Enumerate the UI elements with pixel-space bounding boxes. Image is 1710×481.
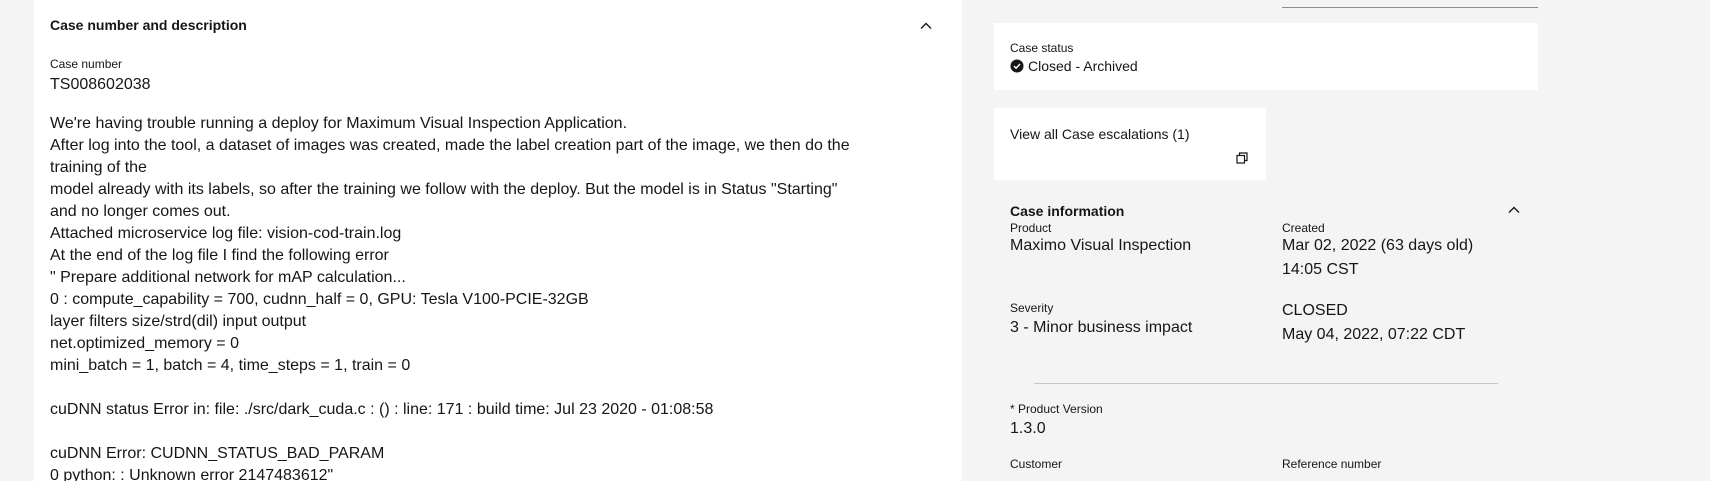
section-title: Case number and description [50,17,247,33]
description-line: 0 : compute_capability = 700, cudnn_half… [50,291,589,308]
product-version-label: * Product Version [1010,402,1103,416]
description-line: mini_batch = 1, batch = 4, time_steps = … [50,357,411,374]
input-underline [1282,7,1538,8]
reference-number-label: Reference number [1282,457,1382,471]
case-information-header[interactable]: Case information [1010,202,1522,222]
description-line: After log into the tool, a dataset of im… [50,137,850,176]
case-status-value: Closed - Archived [1010,57,1138,75]
description-line: 0 python: : Unknown error 2147483612" [50,467,334,481]
product-label: Product [1010,221,1052,235]
chevron-up-icon[interactable] [918,18,934,34]
description-line: cuDNN status Error in: file: ./src/dark_… [50,401,714,418]
closed-status: CLOSED [1282,302,1348,319]
description-line: model already with its labels, so after … [50,181,838,220]
case-description-panel: Case number and description Case number … [34,0,962,481]
severity-value: 3 - Minor business impact [1010,319,1193,336]
customer-label: Customer [1010,457,1063,471]
description-line: Attached microservice log file: vision-c… [50,225,402,242]
closed-date: May 04, 2022, 07:22 CDT [1282,326,1466,343]
created-label: Created [1282,221,1325,235]
created-time: 14:05 CST [1282,261,1359,278]
case-status-text: Closed - Archived [1028,58,1138,74]
escalation-card[interactable]: View all Case escalations (1) [994,108,1266,180]
description-line: cuDNN Error: CUDNN_STATUS_BAD_PARAM [50,445,385,462]
severity-label: Severity [1010,301,1054,315]
section-title: Case information [1010,203,1125,219]
description-blank-line [50,377,960,399]
description-line: layer filters size/strd(dil) input outpu… [50,313,307,330]
view-escalations-link[interactable]: View all Case escalations (1) [1010,125,1190,143]
description-line: " Prepare additional network for mAP cal… [50,269,406,286]
case-description-text: We're having trouble running a deploy fo… [50,113,960,481]
case-detail-page: Case number and description Case number … [0,0,1710,481]
divider [1034,383,1498,384]
case-status-label: Case status [1010,41,1074,55]
case-information-section: Case information Product Maximo Visual I… [994,190,1538,481]
chevron-up-icon[interactable] [1506,202,1522,218]
created-date: Mar 02, 2022 (63 days old) [1282,237,1474,254]
launch-icon[interactable] [1234,150,1250,166]
product-value: Maximo Visual Inspection [1010,237,1192,254]
description-line: At the end of the log file I find the fo… [50,247,389,264]
case-number-label: Case number [50,57,123,71]
checkmark-filled-icon [1010,59,1024,73]
case-description-header[interactable]: Case number and description [50,16,950,36]
description-blank-line [50,421,960,443]
product-version-value: 1.3.0 [1010,420,1046,437]
description-line: net.optimized_memory = 0 [50,335,239,352]
case-number-value: TS008602038 [50,76,151,93]
description-line: We're having trouble running a deploy fo… [50,115,628,132]
case-status-card: Case status Closed - Archived [994,23,1538,90]
